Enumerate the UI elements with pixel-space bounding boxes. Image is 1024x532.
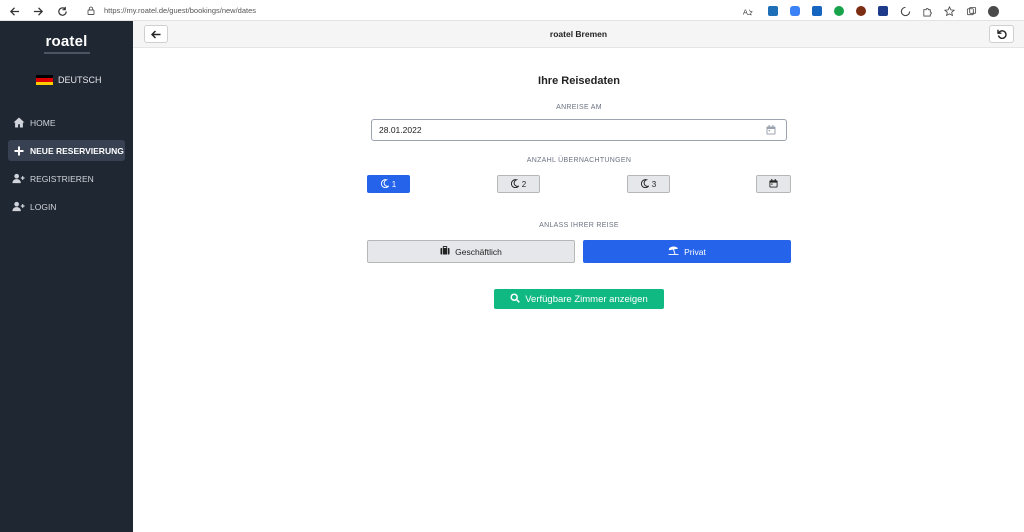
extension-7-icon[interactable]: [894, 3, 916, 19]
sidebar-item-label: LOGIN: [30, 201, 57, 212]
browser-toolbar: https://my.roatel.de/guest/bookings/new/…: [0, 0, 1024, 21]
nights-count: 3: [651, 179, 657, 189]
language-selector[interactable]: DEUTSCH: [36, 75, 102, 85]
arrow-left-icon: [151, 29, 161, 39]
purpose-private-button[interactable]: Privat: [583, 240, 791, 263]
nights-1-button[interactable]: 1: [367, 175, 410, 193]
reset-button[interactable]: [989, 25, 1014, 43]
nights-count: 2: [521, 179, 527, 189]
sidebar: roatel DEUTSCH HOME NEUE RESERVIERUNG RE…: [0, 21, 133, 532]
moon-icon: [510, 178, 520, 190]
roatel-logo[interactable]: roatel: [0, 33, 133, 50]
extension-1-icon[interactable]: [762, 3, 784, 19]
arrival-date-input[interactable]: 28.01.2022: [371, 119, 787, 141]
sidebar-item-registrieren[interactable]: REGISTRIEREN: [8, 168, 125, 189]
show-available-rooms-button[interactable]: Verfügbare Zimmer anzeigen: [494, 289, 664, 309]
nights-3-button[interactable]: 3: [627, 175, 670, 193]
purpose-label: ANLASS IHRER REISE: [539, 222, 619, 229]
plus-icon: [12, 145, 25, 157]
purpose-private-label: Privat: [684, 246, 706, 257]
browser-reload-icon[interactable]: [54, 3, 70, 19]
purpose-business-label: Geschäftlich: [455, 246, 502, 257]
home-icon: [12, 117, 25, 129]
undo-icon: [996, 29, 1007, 39]
reader-mode-icon[interactable]: A: [736, 3, 758, 19]
form-heading: Ihre Reisedaten: [538, 75, 620, 87]
nights-2-button[interactable]: 2: [497, 175, 540, 193]
user-plus-icon: [12, 201, 25, 213]
extensions-puzzle-icon[interactable]: [916, 3, 938, 19]
user-plus-icon: [12, 173, 25, 185]
address-bar[interactable]: https://my.roatel.de/guest/bookings/new/…: [78, 2, 758, 19]
favorites-icon[interactable]: [938, 3, 960, 19]
extension-3-icon[interactable]: [806, 3, 828, 19]
moon-icon: [380, 178, 390, 190]
back-button[interactable]: [144, 25, 168, 43]
browser-back-icon[interactable]: [6, 3, 22, 19]
browser-menu-icon[interactable]: [1018, 3, 1024, 19]
page-header: roatel Bremen: [133, 21, 1024, 48]
sidebar-item-label: HOME: [30, 117, 56, 128]
sidebar-item-home[interactable]: HOME: [8, 112, 125, 133]
sidebar-item-login[interactable]: LOGIN: [8, 196, 125, 217]
nights-custom-calendar-button[interactable]: [756, 175, 791, 193]
nights-label: ANZAHL ÜBERNACHTUNGEN: [526, 157, 632, 164]
collections-icon[interactable]: [960, 3, 982, 19]
extension-6-icon[interactable]: [872, 3, 894, 19]
extension-4-icon[interactable]: [828, 3, 850, 19]
arrival-date-value: 28.01.2022: [379, 125, 422, 135]
svg-text:A: A: [742, 7, 747, 16]
logo-tagline-decoration: [44, 52, 90, 54]
sidebar-item-label: REGISTRIEREN: [30, 173, 94, 184]
sidebar-item-label: NEUE RESERVIERUNG: [30, 145, 124, 156]
purpose-business-button[interactable]: Geschäftlich: [367, 240, 575, 263]
calendar-icon: [769, 178, 778, 190]
profile-avatar-icon[interactable]: [982, 3, 1004, 19]
extension-5-icon[interactable]: [850, 3, 872, 19]
german-flag-icon: [36, 75, 53, 85]
extension-2-icon[interactable]: [784, 3, 806, 19]
search-icon: [510, 292, 521, 306]
arrival-label: ANREISE AM: [556, 104, 602, 111]
url-text: https://my.roatel.de/guest/bookings/new/…: [104, 6, 257, 15]
lock-icon: [84, 4, 98, 18]
nights-count: 1: [391, 179, 397, 189]
calendar-icon[interactable]: [764, 123, 778, 137]
browser-forward-icon[interactable]: [30, 3, 46, 19]
browser-extensions: A: [736, 3, 1024, 19]
sidebar-item-neue-reservierung[interactable]: NEUE RESERVIERUNG: [8, 140, 125, 161]
moon-icon: [640, 178, 650, 190]
umbrella-beach-icon: [668, 246, 679, 257]
briefcase-icon: [440, 246, 450, 257]
language-label: DEUTSCH: [58, 75, 102, 85]
show-available-rooms-label: Verfügbare Zimmer anzeigen: [525, 293, 648, 305]
page-title: roatel Bremen: [549, 29, 608, 39]
